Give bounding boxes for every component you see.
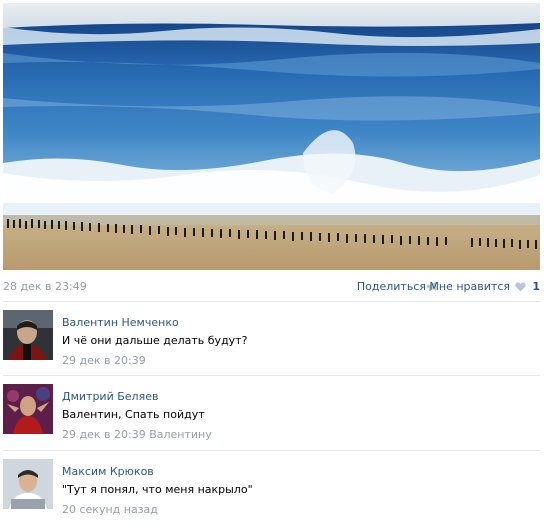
post-date[interactable]: 28 дек в 23:49 <box>3 280 87 293</box>
avatar[interactable] <box>3 459 53 509</box>
separator <box>3 450 540 451</box>
post-photo[interactable] <box>3 3 540 270</box>
comment-text: И чё они дальше делать будут? <box>62 334 248 347</box>
comment-time[interactable]: 29 дек в 20:39 <box>62 354 146 367</box>
like-link[interactable]: Мне нравится <box>429 280 510 293</box>
comment-time[interactable]: 29 дек в 20:39 Валентину <box>62 428 212 441</box>
separator <box>3 375 540 376</box>
comment: Валентин Немченко И чё они дальше делать… <box>3 310 540 380</box>
heart-icon[interactable] <box>515 282 526 292</box>
like-count[interactable]: 1 <box>532 280 540 293</box>
comment: Максим Крюков "Тут я понял, что меня нак… <box>3 459 540 529</box>
comment-author[interactable]: Валентин Немченко <box>62 316 179 329</box>
reply-to-link[interactable]: Валентину <box>149 428 212 441</box>
post-meta: 28 дек в 23:49 Поделиться Мне нравится 1 <box>3 279 540 295</box>
comment-time[interactable]: 20 секунд назад <box>62 503 158 516</box>
comment-author[interactable]: Дмитрий Беляев <box>62 390 158 403</box>
comment: Дмитрий Беляев Валентин, Спать пойдут 29… <box>3 384 540 454</box>
share-link[interactable]: Поделиться <box>357 280 426 293</box>
avatar[interactable] <box>3 384 53 434</box>
separator <box>3 301 540 302</box>
comment-text: "Тут я понял, что меня накрыло" <box>62 483 253 496</box>
comment-text: Валентин, Спать пойдут <box>62 408 205 421</box>
comment-time-value[interactable]: 29 дек в 20:39 <box>62 428 146 441</box>
comment-author[interactable]: Максим Крюков <box>62 465 154 478</box>
avatar[interactable] <box>3 310 53 360</box>
